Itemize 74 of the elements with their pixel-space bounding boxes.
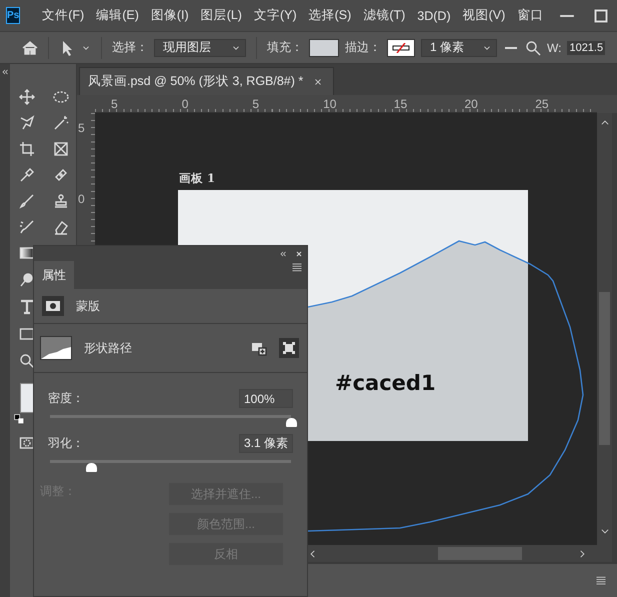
history-brush-icon[interactable]: [19, 219, 35, 235]
panel-menu-icon[interactable]: [595, 574, 607, 586]
magic-wand-icon[interactable]: [53, 115, 69, 131]
slider-label: 羽化：: [48, 435, 84, 452]
eraser-icon[interactable]: [53, 219, 69, 235]
stroke-swatch[interactable]: [387, 38, 415, 56]
close-icon[interactable]: [295, 250, 303, 258]
menu-item[interactable]: 视图(V): [456, 7, 512, 24]
color-code-text: #caced1: [335, 371, 436, 395]
scrollbar-thumb[interactable]: [438, 547, 522, 560]
menu-item[interactable]: 图层(L): [194, 7, 248, 24]
home-icon[interactable]: [22, 40, 38, 56]
fill-swatch[interactable]: [309, 38, 339, 56]
zoom-icon[interactable]: [19, 353, 35, 369]
crop-icon[interactable]: [19, 141, 35, 157]
menu-item[interactable]: 文字(Y): [248, 7, 303, 24]
shape-path-label: 形状路径: [84, 340, 132, 356]
lasso-icon[interactable]: [19, 115, 35, 131]
ruler-label: 0: [78, 192, 85, 206]
stamp-icon[interactable]: [53, 193, 69, 209]
ruler-label: 20: [464, 98, 478, 110]
shape-thumbnail: [40, 336, 72, 360]
select-path-icon[interactable]: [279, 338, 299, 358]
layer-dropdown[interactable]: 现用图层: [154, 38, 246, 56]
slider-thumb[interactable]: [286, 418, 297, 427]
frame-icon[interactable]: [53, 141, 69, 157]
foreground-color-swatch[interactable]: [20, 383, 34, 413]
mask-icon: [42, 296, 64, 316]
menu-item[interactable]: 选择(S): [302, 7, 358, 24]
close-icon[interactable]: [313, 76, 324, 86]
scrollbar-thumb[interactable]: [599, 292, 610, 445]
menu-item[interactable]: 编辑(E): [90, 7, 145, 24]
app-logo: Ps: [6, 7, 20, 24]
width-field[interactable]: 1021.5: [567, 40, 606, 54]
bandage-icon[interactable]: [53, 167, 69, 183]
slider-thumb[interactable]: [86, 463, 97, 472]
width-label: W:: [547, 40, 562, 54]
value-field[interactable]: 3.1 像素: [239, 434, 293, 453]
fill-label: 填充：: [267, 39, 303, 56]
select-label: 选择：: [112, 39, 148, 56]
panel-tab[interactable]: 属性: [34, 261, 74, 289]
menu-item[interactable]: 3D(D): [411, 8, 457, 22]
default-colors-icon[interactable]: [14, 414, 24, 424]
value-field[interactable]: 100%: [239, 389, 293, 408]
slider-label: 密度：: [48, 390, 84, 407]
ruler-label: 15: [394, 98, 408, 110]
marquee-icon[interactable]: [53, 89, 69, 105]
menu-item[interactable]: 图像(I): [144, 7, 195, 24]
section-title: 蒙版: [76, 298, 100, 314]
move-icon[interactable]: [19, 89, 35, 105]
menu-item[interactable]: 滤镜(T): [357, 7, 412, 24]
artboard-label: 画板 1: [179, 171, 216, 186]
search-icon[interactable]: [525, 40, 541, 56]
panel-menu-icon[interactable]: [291, 261, 303, 273]
stroke-width-dropdown[interactable]: 1 像素: [421, 38, 497, 56]
document-tab[interactable]: 风景画.psd @ 50% (形状 3, RGB/8#) *: [79, 67, 334, 95]
ruler-label: 5: [252, 98, 260, 110]
type-icon[interactable]: [19, 299, 35, 315]
dodge-icon[interactable]: [19, 272, 35, 288]
add-mask-icon[interactable]: [251, 340, 267, 356]
stroke-label: 描边：: [345, 39, 381, 56]
ruler-label: 0: [182, 98, 188, 110]
menu-item[interactable]: 文件(F): [36, 7, 90, 24]
eyedropper-icon[interactable]: [19, 167, 35, 183]
ruler-label: 5: [111, 98, 118, 110]
ruler-label: 10: [323, 98, 336, 110]
ruler-label: 5: [78, 121, 85, 135]
collapse-icon[interactable]: [279, 250, 287, 258]
collapse-icon[interactable]: [1, 68, 9, 76]
menu-item[interactable]: 窗口: [511, 7, 550, 24]
quick-mask-icon[interactable]: [19, 435, 35, 451]
ruler-label: 25: [535, 98, 549, 110]
gradient-icon[interactable]: [19, 245, 35, 261]
brush-icon[interactable]: [19, 193, 35, 209]
